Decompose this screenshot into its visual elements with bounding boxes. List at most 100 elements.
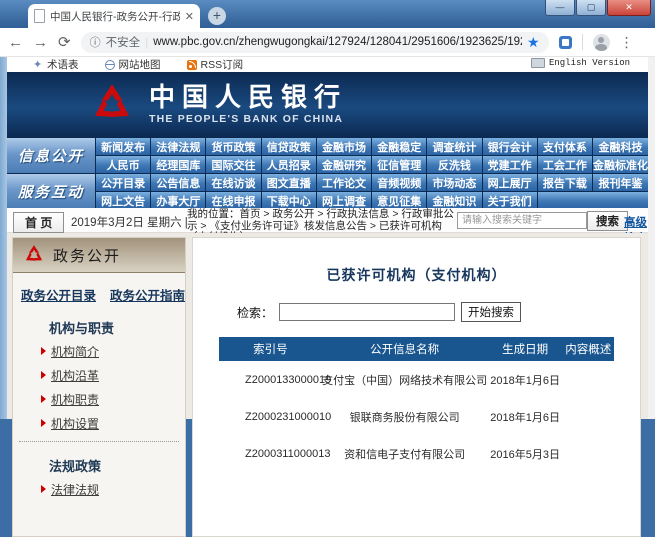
table-header-cell: 生成日期 [488,341,563,357]
sidebar-item[interactable]: 机构设置 [41,411,185,435]
scrollbar[interactable] [647,57,655,419]
info-name-link[interactable]: 资和信电子支付有限公司 [322,446,488,462]
quick-link-compass[interactable]: ✦ 术语表 [33,57,79,72]
bank-title-cn: 中国人民银行 [149,84,347,111]
sidebar: 政务公开 政务公开目录政务公开指南 机构与职责机构简介机构沿革机构职责机构设置法… [12,237,186,537]
nav-item[interactable]: 金融市场 [317,138,371,155]
table-header-row: 索引号公开信息名称生成日期内容概述 [219,337,614,361]
quick-link-label: RSS订阅 [201,57,244,72]
nav-item[interactable]: 网上调查 [317,192,371,209]
sidebar-item-label: 机构简介 [51,343,99,360]
nav-item[interactable]: 图文直播 [262,174,316,191]
sidebar-top-link[interactable]: 政务公开指南 [110,285,185,304]
nav-item[interactable]: 党建工作 [483,156,537,173]
nav-item[interactable]: 网上文告 [96,192,150,209]
nav-item[interactable]: 金融标准化 [593,156,648,173]
sidebar-item-label: 机构职责 [51,391,99,408]
sidebar-item[interactable]: 机构沿革 [41,363,185,387]
nav-item[interactable]: 网上展厅 [483,174,537,191]
nav-item[interactable]: 报告下载 [538,174,592,191]
main-nav: 信息公开新闻发布法律法规货币政策信贷政策金融市场金融稳定调查统计银行会计支付体系… [7,137,648,208]
address-bar[interactable]: ⓘ 不安全 | www.pbc.gov.cn/zhengwugongkai/12… [81,32,549,53]
sidebar-item[interactable]: 法律法规 [41,477,185,501]
profile-avatar[interactable] [593,34,610,51]
reload-icon[interactable]: ⟳ [58,35,71,50]
sidebar-section-title: 法规政策 [49,456,185,475]
site-search-button[interactable]: 搜索 [587,211,628,231]
retrieve-search-button[interactable]: 开始搜索 [461,302,521,322]
retrieve-input[interactable] [279,303,455,321]
nav-item[interactable]: 公告信息 [151,174,205,191]
nav-item[interactable]: 办事大厅 [151,192,205,209]
new-tab-button[interactable]: + [208,7,226,25]
nav-group-label[interactable]: 信息公开 [7,138,95,173]
nav-item[interactable]: 在线申报 [206,192,260,209]
bookmark-star-icon[interactable]: ★ [527,34,540,51]
nav-item[interactable]: 反洗钱 [427,156,481,173]
nav-item[interactable]: 金融稳定 [372,138,426,155]
nav-item[interactable]: 工作论文 [317,174,371,191]
nav-item[interactable]: 货币政策 [206,138,260,155]
home-button[interactable]: 首 页 [13,212,64,233]
nav-item[interactable]: 信贷政策 [262,138,316,155]
nav-item[interactable]: 法律法规 [151,138,205,155]
nav-item[interactable]: 关于我们 [483,192,537,209]
quick-link-label: 术语表 [47,57,79,72]
site-search-input[interactable] [457,212,587,229]
quick-link-globe[interactable]: 网站地图 [105,57,161,72]
nav-item[interactable]: 支付体系 [538,138,592,155]
arrow-bullet-icon [41,371,46,379]
english-version-label: English Version [549,58,630,68]
sidebar-top-links: 政务公开目录政务公开指南 [21,285,177,304]
nav-item[interactable]: 金融科技 [593,138,648,155]
browser-tab[interactable]: 中国人民银行-政务公开-行政执法 ✕ [28,4,200,28]
nav-item[interactable]: 音频视频 [372,174,426,191]
nav-item[interactable]: 经理国库 [151,156,205,173]
retrieve-label: 检索： [237,304,273,321]
nav-item[interactable]: 意见征集 [372,192,426,209]
nav-item[interactable]: 公开目录 [96,174,150,191]
keyboard-icon [531,58,545,68]
maximize-button[interactable]: ▢ [576,0,606,16]
info-name-link[interactable]: 支付宝（中国）网络技术有限公司 [322,372,488,388]
window-left-border [0,57,7,419]
compass-icon: ✦ [33,60,43,70]
nav-item[interactable]: 国际交往 [206,156,260,173]
nav-item[interactable]: 征信管理 [372,156,426,173]
nav-item[interactable]: 金融研究 [317,156,371,173]
extension-icon[interactable] [559,36,572,49]
quick-links: ✦ 术语表 网站地图 RSS订阅 English Version [7,57,648,72]
sidebar-item[interactable]: 机构简介 [41,339,185,363]
sidebar-item-label: 机构沿革 [51,367,99,384]
nav-item[interactable]: 调查统计 [427,138,481,155]
nav-item[interactable]: 在线访谈 [206,174,260,191]
nav-item[interactable]: 人员招录 [262,156,316,173]
nav-item[interactable]: 市场动态 [427,174,481,191]
minimize-button[interactable]: — [545,0,575,16]
forward-icon[interactable]: → [33,35,48,50]
nav-item[interactable]: 报刊年鉴 [593,174,648,191]
nav-group-label[interactable]: 服务互动 [7,174,95,209]
nav-item[interactable]: 银行会计 [483,138,537,155]
table-header-cell: 索引号 [219,341,322,357]
nav-item[interactable]: 工会工作 [538,156,592,173]
nav-item[interactable]: 下载中心 [262,192,316,209]
sidebar-top-link[interactable]: 政务公开目录 [21,285,96,304]
sidebar-sections: 机构与职责机构简介机构沿革机构职责机构设置法规政策法律法规 [13,318,185,501]
quick-link-rss[interactable]: RSS订阅 [187,57,244,72]
info-name-link[interactable]: 银联商务股份有限公司 [322,409,488,425]
sidebar-item[interactable]: 机构职责 [41,387,185,411]
nav-item[interactable]: 金融知识 [427,192,481,209]
tab-close-icon[interactable]: ✕ [185,10,194,23]
close-window-button[interactable]: ✕ [607,0,651,16]
menu-icon[interactable]: ⋮ [620,34,634,51]
back-icon[interactable]: ← [8,35,23,50]
bank-title-block: 中国人民银行 THE PEOPLE'S BANK OF CHINA [149,84,347,125]
table-cell: Z2000133000019 [219,374,322,386]
table-header-cell: 公开信息名称 [322,341,488,357]
info-icon[interactable]: ⓘ [90,34,101,50]
english-version-link[interactable]: English Version [531,58,630,68]
nav-item[interactable]: 新闻发布 [96,138,150,155]
pbc-logo-icon [89,82,135,128]
nav-item[interactable]: 人民币 [96,156,150,173]
